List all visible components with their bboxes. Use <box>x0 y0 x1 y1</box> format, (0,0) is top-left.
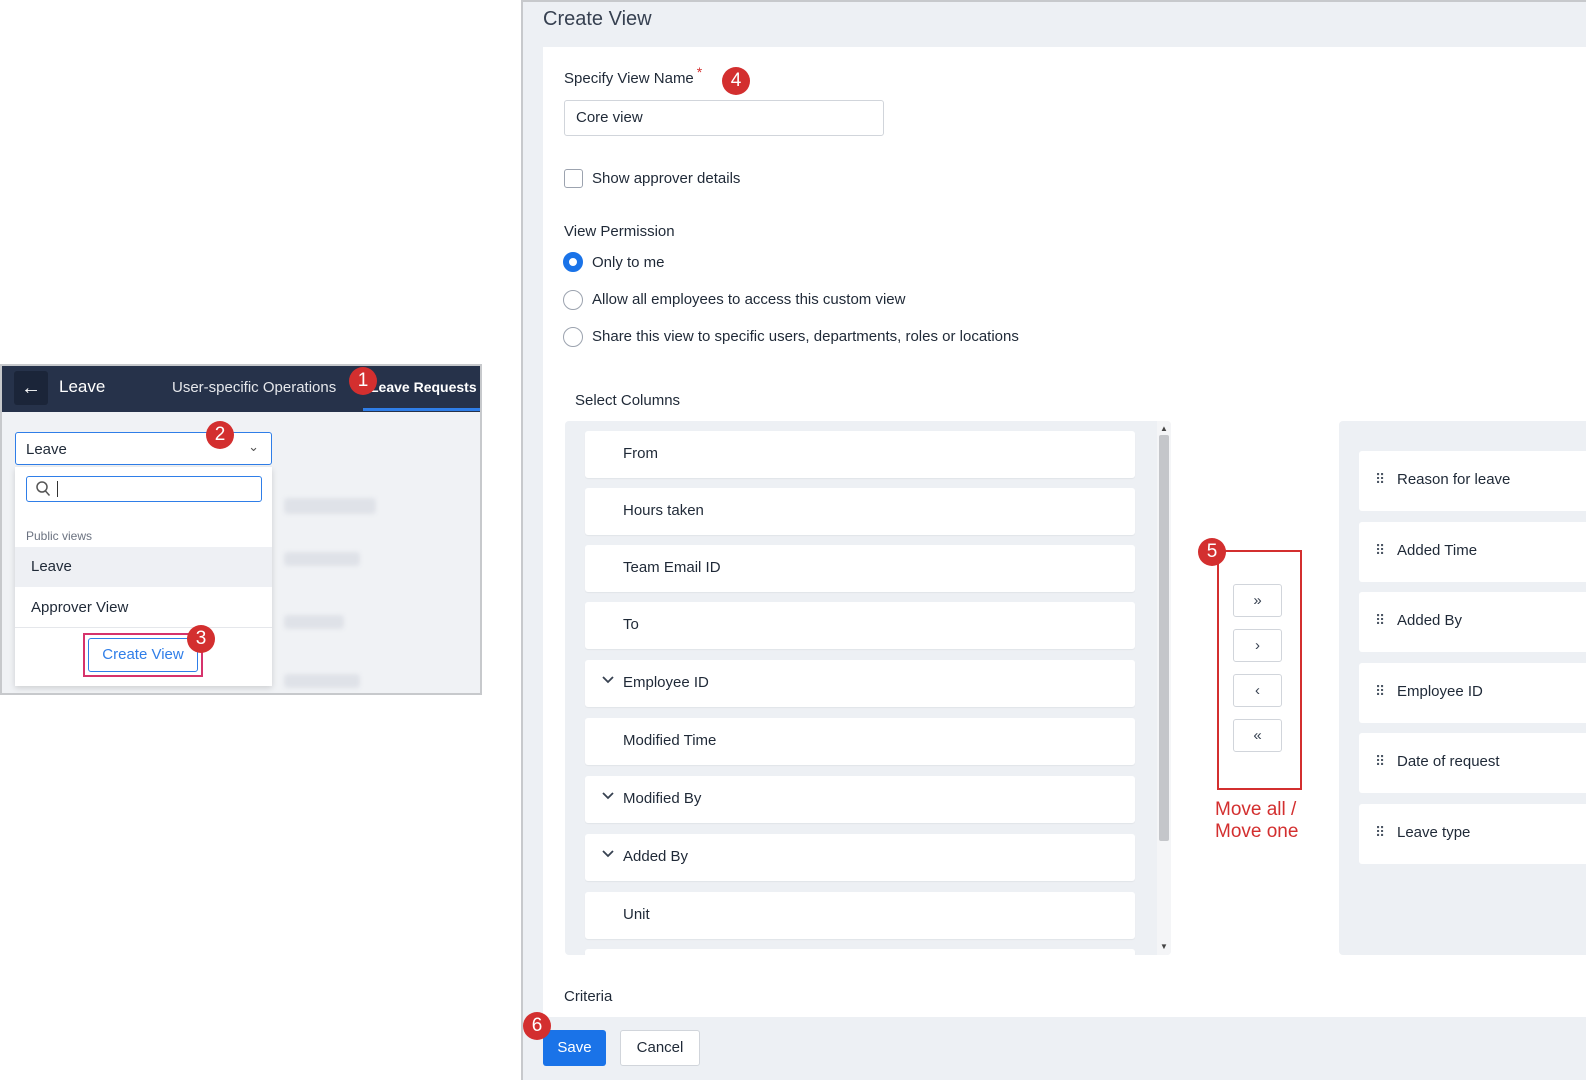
available-columns-list: From Hours taken Team Email ID To Employ… <box>565 421 1171 955</box>
view-option-approver-view[interactable]: Approver View <box>15 588 272 628</box>
view-name-label: Specify View Name * <box>564 64 703 87</box>
blurred-content <box>284 674 360 688</box>
scrollbar-thumb[interactable] <box>1159 435 1169 841</box>
view-select-value: Leave <box>26 441 67 458</box>
blurred-content <box>284 552 360 566</box>
drag-handle-icon[interactable]: ⠿ <box>1375 683 1385 700</box>
show-approver-label: Show approver details <box>592 170 741 187</box>
drag-handle-icon[interactable]: ⠿ <box>1375 542 1385 559</box>
chevron-down-icon[interactable] <box>601 847 615 861</box>
view-permission-label: View Permission <box>564 223 675 240</box>
list-item[interactable]: From <box>585 431 1135 478</box>
list-item[interactable]: ⠿ Added Time <box>1359 522 1586 582</box>
list-item[interactable]: Modified Time <box>585 718 1135 765</box>
list-item[interactable]: Hours taken <box>585 488 1135 535</box>
permission-radio-all-employees[interactable] <box>563 290 583 310</box>
list-item[interactable]: ⠿ Leave type <box>1359 804 1586 864</box>
module-title: Leave <box>59 377 106 396</box>
page-title: Create View <box>543 8 652 30</box>
blurred-content <box>284 498 376 514</box>
view-option-leave[interactable]: Leave <box>15 547 272 587</box>
arrow-left-icon[interactable]: ← <box>14 371 48 405</box>
scroll-up-icon[interactable]: ▲ <box>1160 424 1168 433</box>
select-columns-label: Select Columns <box>575 392 681 409</box>
drag-handle-icon[interactable]: ⠿ <box>1375 612 1385 629</box>
annotation-badge: 2 <box>206 421 234 449</box>
app-header: ← Leave User-specific Operations Leave R… <box>2 366 480 412</box>
permission-option-label: Share this view to specific users, depar… <box>592 328 1019 345</box>
list-item[interactable]: Modified By <box>585 776 1135 823</box>
move-all-left-button[interactable]: « <box>1233 719 1282 752</box>
move-one-left-button[interactable]: ‹ <box>1233 674 1282 707</box>
drag-handle-icon[interactable]: ⠿ <box>1375 471 1385 488</box>
list-item[interactable]: ⠿ Date of request <box>1359 733 1586 793</box>
move-all-right-button[interactable]: » <box>1233 584 1282 617</box>
list-item[interactable]: ⠿ Employee ID <box>1359 663 1586 723</box>
annotation-badge: 5 <box>1198 538 1226 566</box>
text-cursor <box>57 481 58 497</box>
view-dropdown: Public views Leave Approver View Create … <box>15 467 272 686</box>
permission-radio-only-me[interactable] <box>563 252 583 272</box>
tab-leave-requests[interactable]: Leave Requests <box>370 379 477 395</box>
required-mark: * <box>696 64 703 80</box>
move-one-right-button[interactable]: › <box>1233 629 1282 662</box>
chevron-down-icon: ⌄ <box>248 439 259 454</box>
annotation-badge: 6 <box>523 1012 551 1040</box>
list-item[interactable]: ⠿ Reason for leave <box>1359 451 1586 511</box>
list-item[interactable]: Team Email ID <box>585 545 1135 592</box>
divider <box>15 627 272 628</box>
permission-option-label: Only to me <box>592 254 665 271</box>
leave-panel: ← Leave User-specific Operations Leave R… <box>0 364 482 695</box>
permission-option-label: Allow all employees to access this custo… <box>592 291 906 308</box>
create-view-button[interactable]: Create View <box>88 638 198 672</box>
list-item[interactable]: Unit <box>585 892 1135 939</box>
drag-handle-icon[interactable]: ⠿ <box>1375 824 1385 841</box>
view-name-input[interactable]: Core view <box>564 100 884 136</box>
list-item[interactable]: ⠿ Added By <box>1359 592 1586 652</box>
chevron-down-icon[interactable] <box>601 673 615 687</box>
show-approver-checkbox[interactable] <box>564 169 583 188</box>
blurred-content <box>284 615 344 629</box>
criteria-label: Criteria <box>564 988 613 1005</box>
list-item[interactable]: Employee ID <box>585 660 1135 707</box>
selected-columns-list: ⠿ Reason for leave ⠿ Added Time ⠿ Added By … <box>1339 421 1586 955</box>
move-caption: Move all / Move one <box>1215 799 1299 842</box>
create-view-panel: Create View Specify View Name * 4 Core vi… <box>521 0 1586 1080</box>
annotation-badge: 1 <box>349 367 377 395</box>
tab-user-specific-operations[interactable]: User-specific Operations <box>172 379 336 396</box>
permission-radio-share-specific[interactable] <box>563 327 583 347</box>
list-item[interactable]: Added By <box>585 834 1135 881</box>
public-views-label: Public views <box>26 529 93 543</box>
create-view-form: Specify View Name * 4 Core view Show appr… <box>543 47 1586 1017</box>
scroll-down-icon[interactable]: ▼ <box>1160 942 1168 951</box>
view-search-input[interactable] <box>26 476 262 502</box>
chevron-down-icon[interactable] <box>601 789 615 803</box>
cancel-button[interactable]: Cancel <box>620 1030 700 1066</box>
list-item[interactable]: To <box>585 602 1135 649</box>
active-tab-indicator <box>363 408 480 411</box>
save-button[interactable]: Save <box>543 1030 606 1066</box>
drag-handle-icon[interactable]: ⠿ <box>1375 753 1385 770</box>
search-icon <box>36 481 51 496</box>
list-item[interactable] <box>585 949 1135 955</box>
annotation-badge: 4 <box>722 67 750 95</box>
annotation-badge: 3 <box>187 625 215 653</box>
